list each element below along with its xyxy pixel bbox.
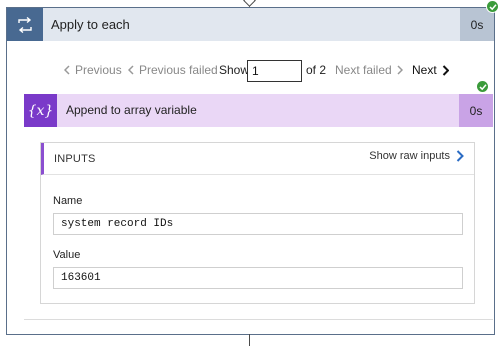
success-check-icon bbox=[476, 80, 489, 93]
value-field-label: Value bbox=[53, 249, 81, 261]
inputs-panel: INPUTS Show raw inputs Name system recor… bbox=[40, 142, 475, 304]
iteration-pager: Previous Previous failed Show of 2 Next … bbox=[7, 60, 494, 82]
next-button[interactable]: Next bbox=[412, 63, 449, 77]
apply-to-each-card: Apply to each 0s Previous Previous faile… bbox=[6, 7, 495, 335]
next-failed-label: Next failed bbox=[335, 63, 392, 77]
previous-failed-button[interactable]: Previous failed bbox=[128, 63, 218, 77]
name-field-value[interactable]: system record IDs bbox=[53, 213, 463, 235]
name-field-label: Name bbox=[53, 195, 83, 207]
apply-to-each-header[interactable]: Apply to each 0s bbox=[7, 8, 494, 41]
page-number-input[interactable] bbox=[247, 60, 302, 82]
success-check-icon bbox=[486, 0, 499, 13]
append-to-array-header[interactable]: {x} Append to array variable 0s bbox=[24, 94, 493, 127]
next-failed-button[interactable]: Next failed bbox=[335, 63, 403, 77]
connector-bottom bbox=[249, 334, 250, 346]
inputs-heading: INPUTS bbox=[54, 153, 96, 165]
append-to-array-duration: 0s bbox=[459, 94, 493, 127]
chevron-right-icon bbox=[397, 65, 403, 75]
show-raw-inputs-link[interactable]: Show raw inputs bbox=[369, 150, 464, 162]
variable-icon: {x} bbox=[24, 94, 57, 127]
previous-button[interactable]: Previous bbox=[64, 63, 122, 77]
page-total-label: of 2 bbox=[306, 63, 327, 77]
connector-arrow-icon bbox=[243, 0, 256, 7]
inputs-header: INPUTS Show raw inputs bbox=[41, 143, 474, 175]
next-label: Next bbox=[412, 63, 437, 77]
loop-icon bbox=[7, 8, 43, 41]
chevron-left-icon bbox=[64, 65, 70, 75]
chevron-left-icon bbox=[128, 65, 134, 75]
previous-label: Previous bbox=[75, 63, 122, 77]
chevron-right-icon bbox=[442, 64, 449, 76]
append-to-array-title: Append to array variable bbox=[66, 103, 197, 117]
apply-to-each-title: Apply to each bbox=[51, 17, 130, 32]
previous-failed-label: Previous failed bbox=[139, 63, 218, 77]
apply-to-each-duration: 0s bbox=[460, 8, 494, 41]
chevron-right-icon bbox=[456, 150, 464, 162]
show-label: Show bbox=[219, 63, 250, 77]
inner-card-bottom-border bbox=[24, 319, 493, 320]
value-field-value[interactable]: 163601 bbox=[53, 267, 463, 289]
show-raw-inputs-label: Show raw inputs bbox=[369, 150, 450, 162]
